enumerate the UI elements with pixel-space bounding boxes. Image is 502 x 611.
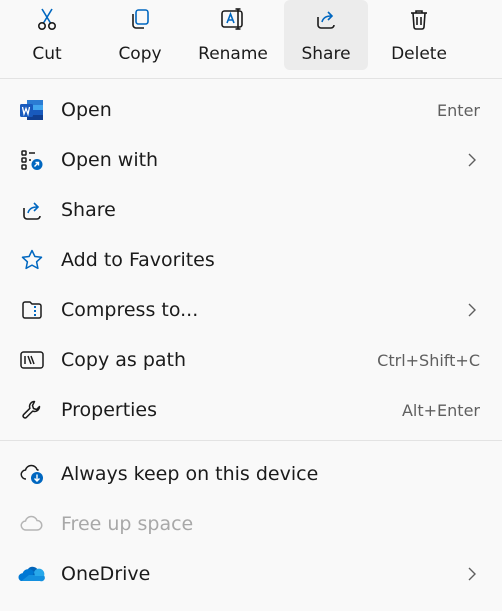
action-bar: Cut Copy Rename Share Delete — [0, 0, 502, 76]
scissors-icon — [34, 6, 60, 32]
menu-item-label: Always keep on this device — [61, 463, 319, 485]
divider — [0, 440, 502, 441]
wrench-icon — [18, 396, 46, 424]
menu-item-label: Properties — [61, 399, 158, 421]
menu-item-properties[interactable]: Properties Alt+Enter — [0, 386, 502, 434]
rename-label: Rename — [198, 44, 268, 64]
menu-item-compress-to[interactable]: Compress to... — [0, 286, 502, 334]
menu-item-add-to-favorites[interactable]: Add to Favorites — [0, 236, 502, 284]
menu-item-open-with[interactable]: Open with — [0, 136, 502, 184]
menu-item-onedrive[interactable]: OneDrive — [0, 550, 502, 598]
rename-icon — [220, 6, 246, 32]
menu-item-label: Compress to... — [61, 299, 199, 321]
shortcut-label: Alt+Enter — [401, 400, 480, 420]
open-with-icon — [18, 146, 46, 174]
cloud-icon — [18, 510, 46, 538]
context-menu: Cut Copy Rename Share Delete Open Enter … — [0, 0, 502, 611]
trash-icon — [406, 6, 432, 32]
menu-item-open[interactable]: Open Enter — [0, 86, 502, 134]
word-icon — [18, 96, 46, 124]
menu-item-label: Free up space — [61, 513, 194, 535]
chevron-right-icon — [466, 302, 478, 318]
delete-label: Delete — [391, 44, 447, 64]
share-button[interactable]: Share — [284, 0, 368, 70]
cut-label: Cut — [32, 44, 62, 64]
menu-item-free-up-space: Free up space — [0, 500, 502, 548]
onedrive-icon — [18, 560, 46, 588]
copy-icon — [127, 6, 153, 32]
menu-item-label: Open with — [61, 149, 159, 171]
menu-item-label: Copy as path — [61, 349, 187, 371]
menu-item-always-keep[interactable]: Always keep on this device — [0, 450, 502, 498]
menu-item-label: Add to Favorites — [61, 249, 215, 271]
menu-item-copy-as-path[interactable]: Copy as path Ctrl+Shift+C — [0, 336, 502, 384]
share-label: Share — [301, 44, 351, 64]
copy-button[interactable]: Copy — [98, 0, 182, 70]
star-icon — [18, 246, 46, 274]
menu-item-label: Share — [61, 199, 116, 221]
menu-item-share[interactable]: Share — [0, 186, 502, 234]
chevron-right-icon — [466, 566, 478, 582]
menu-item-label: Open — [61, 99, 112, 121]
zip-icon — [18, 296, 46, 324]
divider — [0, 78, 502, 79]
shortcut-label: Enter — [437, 100, 480, 120]
shortcut-label: Ctrl+Shift+C — [377, 350, 480, 370]
chevron-right-icon — [466, 152, 478, 168]
delete-button[interactable]: Delete — [377, 0, 461, 70]
path-icon — [18, 346, 46, 374]
cut-button[interactable]: Cut — [5, 0, 89, 70]
rename-button[interactable]: Rename — [191, 0, 275, 70]
share-icon — [18, 196, 46, 224]
share-icon — [313, 6, 339, 32]
cloud-download-icon — [18, 460, 46, 488]
menu-item-label: OneDrive — [61, 563, 151, 585]
copy-label: Copy — [118, 44, 162, 64]
